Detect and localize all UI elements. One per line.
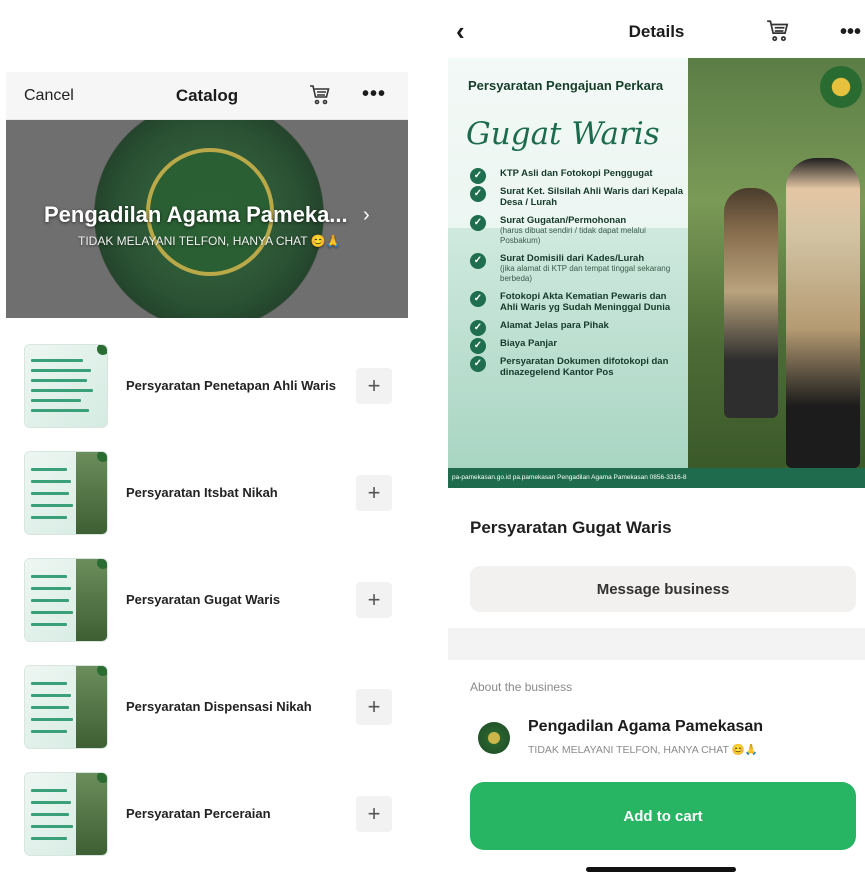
check-icon: ✓ — [470, 186, 486, 202]
details-screen: ‹ Details ••• Persyaratan Pengajuan Perk… — [448, 0, 865, 875]
add-button[interactable]: + — [356, 795, 392, 832]
check-icon: ✓ — [470, 215, 486, 231]
check-icon: ✓ — [470, 291, 486, 307]
requirement-item: ✓ Persyaratan Dokumen difotokopi dan dina… — [470, 356, 685, 378]
product-name: Persyaratan Dispensasi Nikah — [126, 699, 312, 714]
requirement-item: ✓ Fotokopi Akta Kematian Pewaris dan Ahli… — [470, 291, 685, 313]
product-title: Persyaratan Gugat Waris — [470, 518, 672, 537]
catalog-header: Cancel Catalog ••• — [6, 72, 408, 120]
message-business-button[interactable]: Message business — [470, 566, 856, 612]
check-icon: ✓ — [470, 338, 486, 354]
product-thumbnail — [24, 664, 108, 749]
product-image: Persyaratan Pengajuan Perkara Gugat Wari… — [448, 58, 865, 488]
about-business-label: About the business — [470, 680, 573, 694]
business-hero[interactable]: Pengadilan Agama Pameka... › TIDAK MELAY… — [6, 120, 408, 318]
product-thumbnail — [24, 343, 108, 428]
add-to-cart-button[interactable]: Add to cart — [470, 782, 856, 850]
check-icon: ✓ — [470, 356, 486, 372]
poster-script-title: Gugat Waris — [466, 116, 660, 152]
poster-footer: pa-pamekasan.go.id pa.pamekasan Pengadil… — [448, 468, 865, 488]
business-subtitle: TIDAK MELAYANI TELFON, HANYA CHAT 😊🙏 — [528, 744, 758, 756]
section-divider — [448, 628, 865, 660]
requirement-item: ✓ Alamat Jelas para Pihak — [470, 320, 685, 336]
product-thumbnail — [24, 771, 108, 856]
cart-icon[interactable] — [765, 18, 791, 49]
requirement-item: ✓ Surat Ket. Silsilah Ahli Waris dari Kep… — [470, 186, 685, 208]
home-indicator — [586, 867, 736, 872]
requirement-item: ✓ Surat Domisili dari Kades/Lurah (jika al… — [470, 253, 685, 284]
check-icon: ✓ — [470, 168, 486, 184]
requirement-item: ✓ Biaya Panjar — [470, 338, 685, 354]
add-button[interactable]: + — [356, 581, 392, 618]
list-item[interactable]: Persyaratan Itsbat Nikah + — [6, 439, 408, 546]
more-dots-icon[interactable]: ••• — [840, 22, 861, 42]
product-name: Persyaratan Gugat Waris — [126, 592, 281, 607]
catalog-list: Persyaratan Penetapan Ahli Waris + Persy… — [6, 318, 408, 867]
add-button[interactable]: + — [356, 367, 392, 404]
business-name[interactable]: Pengadilan Agama Pamekasan — [528, 718, 763, 736]
product-name: Persyaratan Itsbat Nikah — [126, 485, 278, 500]
product-thumbnail — [24, 557, 108, 642]
requirement-item: ✓ Surat Gugatan/Permohonan (harus dibuat s… — [470, 215, 685, 246]
product-name: Persyaratan Penetapan Ahli Waris — [126, 378, 337, 393]
page-title: Details — [628, 22, 685, 41]
add-button[interactable]: + — [356, 688, 392, 725]
requirements-list: ✓ KTP Asli dan Fotokopi Penggugat ✓ Surat … — [470, 168, 685, 385]
court-seal-icon — [820, 66, 862, 108]
business-name: Pengadilan Agama Pameka... — [44, 202, 348, 227]
cart-icon[interactable] — [308, 83, 332, 112]
list-item[interactable]: Persyaratan Perceraian + — [6, 760, 408, 867]
add-button[interactable]: + — [356, 474, 392, 511]
check-icon: ✓ — [470, 253, 486, 269]
poster-heading: Persyaratan Pengajuan Perkara — [468, 78, 664, 93]
list-item[interactable]: Persyaratan Dispensasi Nikah + — [6, 653, 408, 760]
cancel-button[interactable]: Cancel — [24, 87, 74, 105]
check-icon: ✓ — [470, 320, 486, 336]
product-name: Persyaratan Perceraian — [126, 806, 271, 821]
chevron-right-icon[interactable]: › — [363, 204, 370, 227]
more-dots-icon[interactable]: ••• — [362, 84, 386, 104]
list-item[interactable]: Persyaratan Penetapan Ahli Waris + — [6, 332, 408, 439]
catalog-screen: Cancel Catalog ••• Pengadilan Agama Pame… — [6, 72, 408, 872]
business-avatar[interactable] — [478, 722, 510, 754]
list-item[interactable]: Persyaratan Gugat Waris + — [6, 546, 408, 653]
requirement-item: ✓ KTP Asli dan Fotokopi Penggugat — [470, 168, 685, 184]
business-subtitle: TIDAK MELAYANI TELFON, HANYA CHAT 😊🙏 — [78, 234, 341, 248]
product-thumbnail — [24, 450, 108, 535]
